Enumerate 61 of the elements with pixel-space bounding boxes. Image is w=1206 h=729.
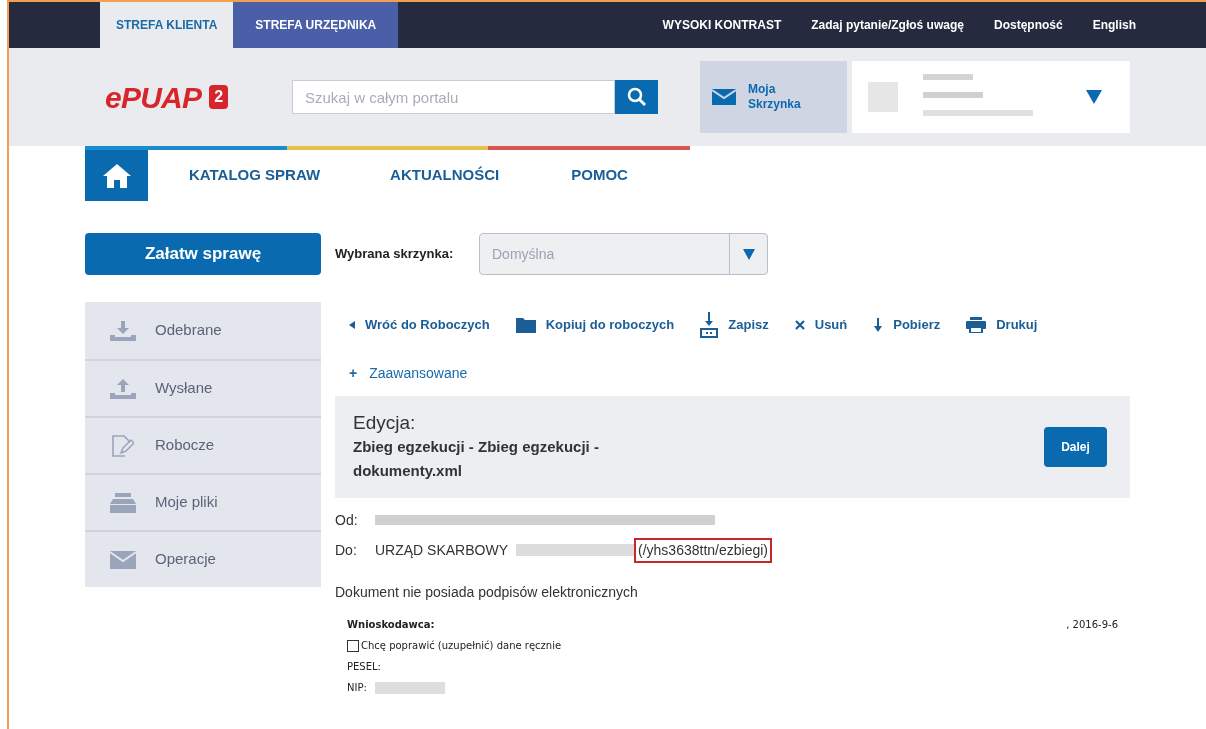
envelope-icon: [110, 550, 136, 569]
mailbox-button[interactable]: Moja Skrzynka: [700, 61, 847, 133]
recipient-name: URZĄD SKARBOWY: [375, 540, 508, 560]
home-icon: [102, 163, 131, 188]
download-tray-icon: [700, 312, 719, 338]
sidebar-item[interactable]: Wysłane: [85, 359, 321, 416]
edit-heading: Edycja:: [353, 411, 417, 435]
checkbox-label: Chcę poprawić (uzupełnić) dane ręcznie: [361, 639, 562, 653]
nav-link[interactable]: POMOC: [571, 164, 628, 187]
zone-tab[interactable]: STREFA URZĘDNIKA: [233, 2, 399, 48]
recipient-address: (/yhs3638ttn/ezbiegi): [634, 537, 772, 563]
toolbar-link[interactable]: Wróć do Roboczych: [349, 315, 490, 335]
advanced-link[interactable]: + Zaawansowane: [335, 350, 1130, 396]
sidebar-item[interactable]: Moje pliki: [85, 473, 321, 530]
arrow-down-icon: [873, 318, 884, 332]
search-field[interactable]: Szukaj w całym portalu: [292, 80, 615, 114]
to-label: Do:: [335, 540, 358, 560]
checkbox[interactable]: [347, 639, 359, 652]
sidebar-item[interactable]: Operacje: [85, 530, 321, 587]
file-drawer-icon: [110, 492, 136, 513]
top-link[interactable]: Zadaj pytanie/Zgłoś uwagę: [811, 16, 964, 34]
next-button[interactable]: Dalej: [1044, 427, 1107, 467]
toolbar-link[interactable]: Usuń: [794, 315, 848, 335]
toolbar-link[interactable]: Pobierz: [873, 315, 941, 335]
envelope-icon: [712, 89, 736, 105]
mailbox-label: Moja Skrzynka: [748, 82, 802, 112]
nav-link[interactable]: KATALOG SPRAW: [189, 164, 321, 187]
top-link[interactable]: English: [1092, 16, 1136, 34]
blurred-field-value: [374, 681, 445, 694]
tray-upload-icon: [110, 378, 136, 399]
top-link[interactable]: Dostępność: [993, 16, 1063, 34]
top-link[interactable]: WYSOKI KONTRAST: [662, 16, 782, 34]
toolbar-link[interactable]: Drukuj: [966, 315, 1038, 335]
field-label: PESEL:: [347, 660, 381, 674]
tray-download-icon: [110, 320, 136, 341]
mailbox-select-label: Wybrana skrzynka:: [335, 245, 455, 264]
toolbar-link[interactable]: Zapisz: [700, 312, 769, 338]
handle-case-button[interactable]: Załatw sprawę: [85, 233, 321, 275]
logo-badge: 2: [209, 85, 229, 109]
toolbar-link[interactable]: Kopiuj do roboczych: [515, 315, 675, 335]
from-label: Od:: [335, 510, 359, 530]
signature-note: Dokument nie posiada podpisów elektronicznych: [335, 583, 639, 602]
folder-icon: [515, 317, 536, 333]
field-label: NIP:: [347, 681, 367, 695]
document-name: Zbieg egzekucji - Zbieg egzekucji - dokumenty.xml: [353, 437, 600, 481]
document-pencil-icon: [112, 434, 134, 457]
dropdown-triangle-icon: [742, 248, 755, 260]
nav-link[interactable]: AKTUALNOŚCI: [390, 164, 500, 187]
sidebar-item[interactable]: Odebrane: [85, 302, 321, 359]
logo[interactable]: ePUAP: [105, 74, 202, 120]
zone-tab[interactable]: STREFA KLIENTA: [100, 2, 234, 48]
date-text: , 2016-9-6: [1066, 618, 1118, 632]
search-button[interactable]: [615, 80, 658, 114]
close-icon: [794, 320, 805, 330]
home-button[interactable]: [85, 150, 148, 201]
caret-left-icon: [349, 321, 355, 329]
sidebar-item[interactable]: Robocze: [85, 416, 321, 473]
section-heading: Wnioskodawca:: [347, 618, 435, 632]
dropdown-triangle-icon[interactable]: [1086, 90, 1102, 104]
search-icon: [626, 87, 647, 107]
printer-icon: [966, 317, 987, 333]
